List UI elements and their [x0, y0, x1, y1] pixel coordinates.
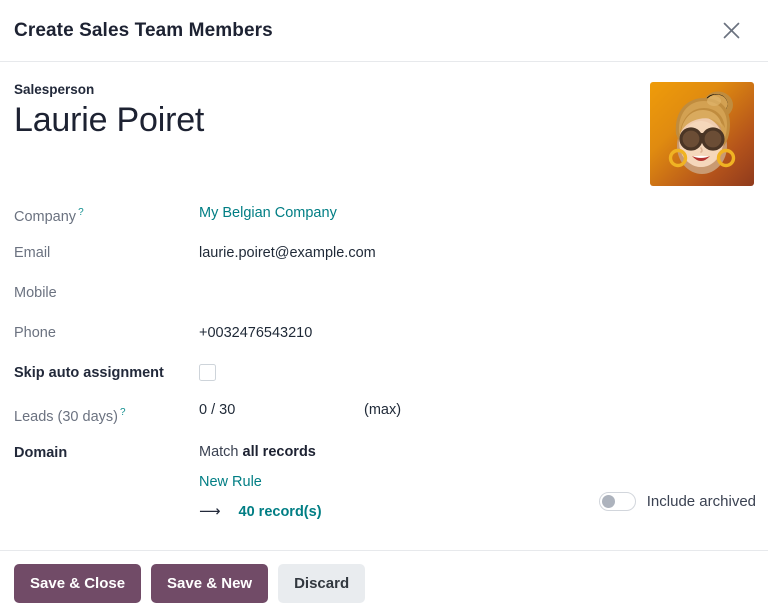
field-label-leads: Leads (30 days)? [14, 407, 126, 425]
leads-max-note: (max) [364, 402, 402, 418]
domain-record-count[interactable]: 40 record(s) [239, 502, 322, 522]
field-row-phone: Phone +0032476543210 [14, 322, 754, 362]
field-label-email: Email [14, 245, 51, 261]
field-label-mobile: Mobile [14, 285, 57, 301]
field-row-mobile: Mobile [14, 282, 754, 322]
domain-match-value[interactable]: all records [243, 444, 316, 460]
page-title[interactable]: Laurie Poiret [14, 100, 204, 140]
field-label-domain: Domain [14, 445, 68, 461]
field-row-email: Email laurie.poiret@example.com [14, 242, 754, 282]
new-rule-button[interactable]: New Rule [199, 472, 262, 492]
dialog-body: Salesperson Laurie Poiret Company ? My B… [0, 62, 768, 550]
avatar-illustration [656, 88, 748, 180]
field-label-company: Company? [14, 207, 84, 225]
field-value-company[interactable]: My Belgian Company [199, 202, 337, 223]
skip-auto-assignment-checkbox[interactable] [199, 364, 216, 381]
discard-button[interactable]: Discard [278, 564, 366, 603]
dialog-title: Create Sales Team Members [14, 19, 273, 41]
domain-record-count-line: ⟶ 40 record(s) [199, 502, 322, 522]
field-row-leads: Leads (30 days)? 0 / 30 (max) [14, 402, 754, 442]
field-value-phone[interactable]: +0032476543210 [199, 322, 312, 343]
create-sales-team-members-dialog: Create Sales Team Members Salesperson La… [0, 0, 768, 616]
close-icon[interactable] [716, 16, 746, 46]
field-label-phone: Phone [14, 325, 56, 341]
arrow-right-icon: ⟶ [199, 503, 221, 520]
leads-values: 0 / 30 (max) [199, 402, 401, 418]
help-icon-company[interactable]: ? [78, 207, 84, 218]
dialog-footer: Save & Close Save & New Discard [0, 550, 768, 616]
help-icon-leads[interactable]: ? [120, 407, 126, 418]
include-archived-toggle[interactable] [598, 492, 636, 511]
field-row-skip-auto-assignment: Skip auto assignment [14, 362, 754, 402]
domain-editor: Match all records New Rule ⟶ 40 record(s… [199, 442, 322, 522]
record-identity: Salesperson Laurie Poiret [14, 80, 204, 140]
dialog-header: Create Sales Team Members [0, 0, 768, 62]
save-close-button[interactable]: Save & Close [14, 564, 142, 603]
record-type-label: Salesperson [14, 82, 95, 97]
include-archived-control: Include archived [598, 492, 756, 511]
domain-match-line: Match all records [199, 442, 322, 462]
domain-match-prefix: Match [199, 444, 239, 460]
field-value-email[interactable]: laurie.poiret@example.com [199, 242, 376, 263]
record-header: Salesperson Laurie Poiret [14, 80, 754, 186]
include-archived-label: Include archived [646, 493, 756, 510]
leads-count: 0 / 30 [199, 402, 236, 418]
toggle-knob [601, 495, 615, 508]
field-row-company: Company? My Belgian Company [14, 202, 754, 242]
save-new-button[interactable]: Save & New [151, 564, 269, 603]
avatar [650, 82, 754, 186]
field-list: Company? My Belgian Company Email laurie… [14, 202, 754, 522]
field-label-skip-auto-assignment: Skip auto assignment [14, 365, 164, 381]
